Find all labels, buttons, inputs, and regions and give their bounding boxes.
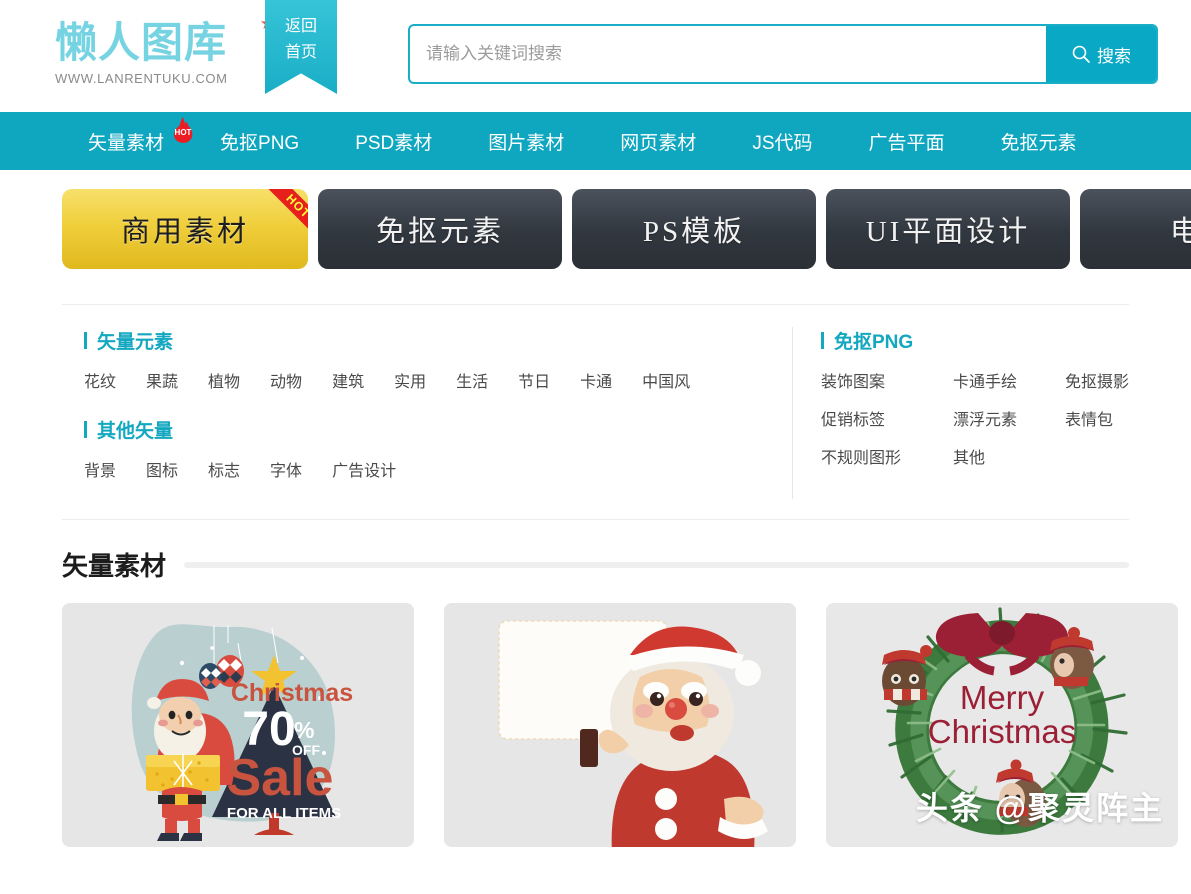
nav-item-label: 免抠PNG <box>220 132 300 154</box>
ribbon-line-2: 首页 <box>284 44 317 61</box>
category-link[interactable]: 建筑 <box>332 368 364 392</box>
nav-item-8[interactable]: 免抠元素 <box>1001 128 1077 155</box>
logo-url: WWW.LANRENTUKU.COM <box>55 71 228 86</box>
tab-label: PS模板 <box>642 216 746 248</box>
tab-4[interactable]: UI平面设计 <box>826 189 1070 269</box>
nav-item-label: 广告平面 <box>868 132 945 154</box>
nav-item-4[interactable]: 图片素材 <box>488 128 564 155</box>
category-link[interactable]: 实用 <box>394 368 426 392</box>
card1-text-foralltems: FOR ALL ITEMS <box>227 805 341 822</box>
category-link[interactable]: 卡通 <box>580 368 612 392</box>
search-button-label: 搜索 <box>1097 46 1131 66</box>
hot-corner-ribbon: HOT <box>250 189 308 247</box>
nav-item-2[interactable]: 免抠PNG <box>220 128 299 155</box>
section-heading: 矢量素材 <box>62 546 1129 583</box>
nav-item-label: PSD素材 <box>355 132 433 154</box>
ribbon-line-1: 返回 <box>284 18 317 35</box>
tab-label: 商用素材 <box>120 216 249 248</box>
search-bar: 搜索 <box>408 24 1158 84</box>
christmas-sale-illustration: Christmas 70 % OFF Sale FOR ALL ITEMS <box>62 603 414 847</box>
site-header: 懒人图库 ★ WWW.LANRENTUKU.COM 返回 首页 搜索 <box>0 0 1191 112</box>
category-group-title-other: 其他矢量 <box>84 416 792 443</box>
nav-item-label: 网页素材 <box>620 132 697 154</box>
category-column-right: 免抠PNG 装饰图案 卡通手绘 免抠摄影促销标签 漂浮元素 表情包不规则图形 其他 <box>791 327 1129 499</box>
category-link[interactable]: 标志 <box>208 457 240 481</box>
page-title: 矢量素材 <box>62 551 167 581</box>
material-card[interactable] <box>444 603 796 847</box>
material-card[interactable]: Merry Christmas 头条 @聚灵阵主 <box>826 603 1178 847</box>
card3-text-merry: Merry <box>960 679 1045 716</box>
main-nav: 矢量素材 HOT 免抠PNG PSD素材 图片素材 网页素材 JS代码 广告平面 免抠元素 <box>0 112 1191 170</box>
santa-signboard-illustration <box>444 603 796 847</box>
material-card[interactable]: Christmas 70 % OFF Sale FOR ALL ITEMS <box>62 603 414 847</box>
nav-item-1[interactable]: 矢量素材 HOT <box>88 116 193 155</box>
tab-1[interactable]: 商用素材 HOT <box>62 189 308 269</box>
category-panel: 矢量元素 花纹 果蔬 植物 动物 建筑 实用 生活 节日 卡通 中国风 其他矢量 背景 图标 标志 字体… <box>62 304 1129 520</box>
category-link[interactable]: 免抠摄影 <box>1065 368 1129 392</box>
nav-item-label: 图片素材 <box>488 132 565 154</box>
site-logo[interactable]: 懒人图库 ★ WWW.LANRENTUKU.COM <box>55 16 275 96</box>
return-home-ribbon[interactable]: 返回 首页 <box>265 0 337 94</box>
category-column-left: 矢量元素 花纹 果蔬 植物 动物 建筑 实用 生活 节日 卡通 中国风 其他矢量 背景 图标 标志 字体… <box>62 327 792 499</box>
category-link[interactable]: 字体 <box>270 457 302 481</box>
hot-flame-icon: HOT <box>170 116 196 144</box>
material-card-grid: Christmas 70 % OFF Sale FOR ALL ITEMS Me… <box>62 603 1191 847</box>
logo-wordmark: 懒人图库 ★ <box>55 16 275 68</box>
category-link[interactable]: 其他 <box>953 444 1065 468</box>
tab-label: UI平面设计 <box>865 216 1031 248</box>
category-link[interactable]: 生活 <box>456 368 488 392</box>
category-link[interactable]: 卡通手绘 <box>953 368 1065 392</box>
category-link[interactable]: 花纹 <box>84 368 116 392</box>
tab-label: 电商 <box>1169 216 1191 248</box>
nav-item-5[interactable]: 网页素材 <box>620 128 696 155</box>
nav-item-6[interactable]: JS代码 <box>752 128 812 155</box>
category-link[interactable]: 节日 <box>518 368 550 392</box>
tab-2[interactable]: 免抠元素 <box>318 189 562 269</box>
nav-item-7[interactable]: 广告平面 <box>869 128 945 155</box>
hot-corner-label: HOT <box>262 189 308 243</box>
category-link[interactable]: 动物 <box>270 368 302 392</box>
card1-text-sale: Sale <box>227 749 334 807</box>
tab-5[interactable]: 电商 <box>1080 189 1191 269</box>
category-link[interactable]: 促销标签 <box>821 406 953 430</box>
category-link[interactable]: 背景 <box>84 457 116 481</box>
category-link[interactable]: 不规则图形 <box>821 444 953 468</box>
category-link[interactable]: 广告设计 <box>332 457 396 481</box>
svg-text:HOT: HOT <box>175 128 192 137</box>
category-link[interactable]: 图标 <box>146 457 178 481</box>
category-link[interactable]: 漂浮元素 <box>953 406 1065 430</box>
search-input[interactable] <box>410 26 1046 82</box>
category-link[interactable]: 装饰图案 <box>821 368 953 392</box>
christmas-wreath-illustration: Merry Christmas <box>826 603 1178 847</box>
logo-text: 懒人图库 <box>55 18 228 67</box>
card1-text-pct: % <box>294 717 314 743</box>
search-icon <box>1072 45 1090 63</box>
category-link[interactable]: 表情包 <box>1065 406 1129 430</box>
nav-item-label: JS代码 <box>752 132 813 154</box>
category-links-vector: 花纹 果蔬 植物 动物 建筑 实用 生活 节日 卡通 中国风 <box>84 368 792 400</box>
category-links-png: 装饰图案 卡通手绘 免抠摄影促销标签 漂浮元素 表情包不规则图形 其他 <box>821 368 1129 468</box>
heading-divider <box>184 561 1129 568</box>
category-tab-strip: 商用素材 HOT 免抠元素 PS模板 UI平面设计 电商 <box>0 170 1191 288</box>
category-link[interactable]: 果蔬 <box>146 368 178 392</box>
category-link[interactable]: 中国风 <box>642 368 690 392</box>
search-button[interactable]: 搜索 <box>1046 26 1156 82</box>
nav-item-3[interactable]: PSD素材 <box>355 128 432 155</box>
category-links-other: 背景 图标 标志 字体 广告设计 <box>84 457 792 489</box>
category-link[interactable]: 植物 <box>208 368 240 392</box>
tab-label: 免抠元素 <box>375 216 504 248</box>
category-group-title-vector: 矢量元素 <box>84 327 792 354</box>
category-group-title-png: 免抠PNG <box>821 327 1129 354</box>
nav-item-label: 矢量素材 <box>88 132 165 154</box>
card3-text-christmas: Christmas <box>928 713 1077 750</box>
tab-3[interactable]: PS模板 <box>572 189 816 269</box>
nav-item-label: 免抠元素 <box>1000 132 1077 154</box>
